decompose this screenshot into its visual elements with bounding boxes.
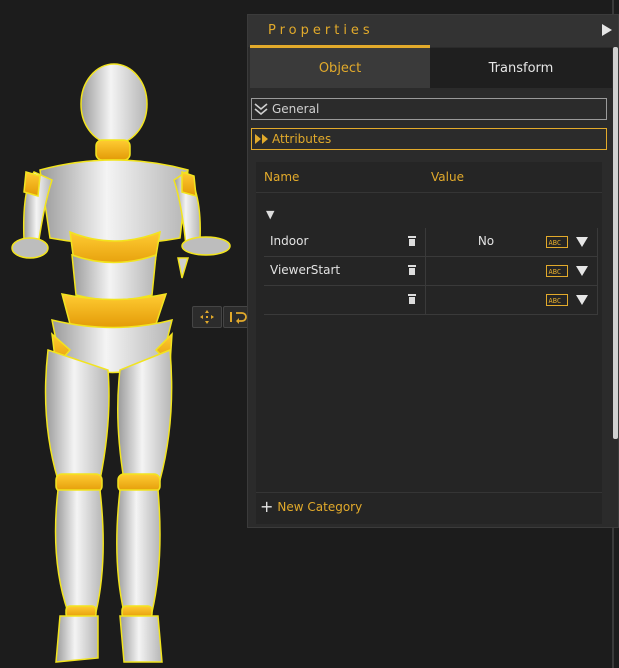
column-divider xyxy=(597,286,598,314)
svg-text:ABC: ABC xyxy=(549,239,562,247)
mannequin-model[interactable] xyxy=(0,55,260,668)
table-row: Indoor No ABC xyxy=(264,228,598,257)
double-chevron-right-icon xyxy=(254,132,270,146)
section-attributes-label: Attributes xyxy=(272,132,332,146)
abc-icon[interactable]: ABC xyxy=(546,236,568,248)
section-attributes[interactable]: Attributes xyxy=(251,128,607,150)
section-general[interactable]: General xyxy=(251,98,607,120)
column-divider xyxy=(425,286,426,314)
dropdown-arrow-icon[interactable] xyxy=(576,265,588,277)
abc-icon[interactable]: ABC xyxy=(546,265,568,277)
column-divider xyxy=(425,257,426,285)
collapse-panel-button[interactable] xyxy=(598,21,616,39)
dropdown-arrow-icon[interactable] xyxy=(576,236,588,248)
section-general-label: General xyxy=(272,102,320,116)
attribute-name[interactable]: ViewerStart xyxy=(270,263,340,277)
attribute-value[interactable]: No xyxy=(426,234,546,248)
panel-scrollbar[interactable] xyxy=(613,47,618,439)
attributes-table: Name Value ▼ Indoor No ABC ViewerStart A… xyxy=(256,162,602,524)
tab-object[interactable]: Object xyxy=(250,48,430,88)
column-name-header: Name xyxy=(264,170,300,184)
attribute-name[interactable]: Indoor xyxy=(270,234,308,248)
divider xyxy=(256,492,602,493)
trash-icon[interactable] xyxy=(407,293,417,305)
panel-title: Properties xyxy=(268,23,374,38)
svg-text:ABC: ABC xyxy=(549,268,562,276)
trash-icon[interactable] xyxy=(407,235,417,247)
double-chevron-down-icon xyxy=(254,102,270,116)
column-divider xyxy=(597,257,598,285)
tab-transform[interactable]: Transform xyxy=(431,48,611,88)
move-icon[interactable] xyxy=(192,306,222,328)
trash-icon[interactable] xyxy=(407,264,417,276)
new-category-label: New Category xyxy=(277,500,363,514)
abc-icon[interactable]: ABC xyxy=(546,294,568,306)
properties-panel: Properties Object Transform General Attr… xyxy=(247,14,619,528)
play-right-icon xyxy=(602,24,612,36)
table-row: ABC xyxy=(264,286,598,315)
column-divider xyxy=(597,228,598,256)
attributes-header: Name Value xyxy=(256,162,602,193)
svg-text:ABC: ABC xyxy=(549,297,562,305)
panel-header: Properties xyxy=(248,15,618,48)
panel-tabs: Object Transform xyxy=(250,48,612,88)
table-row: ViewerStart ABC xyxy=(264,257,598,286)
plus-icon: + xyxy=(260,497,274,516)
category-collapse-icon[interactable]: ▼ xyxy=(266,208,274,221)
dropdown-arrow-icon[interactable] xyxy=(576,294,588,306)
new-category-button[interactable]: + New Category xyxy=(260,497,363,516)
column-value-header: Value xyxy=(431,170,464,184)
